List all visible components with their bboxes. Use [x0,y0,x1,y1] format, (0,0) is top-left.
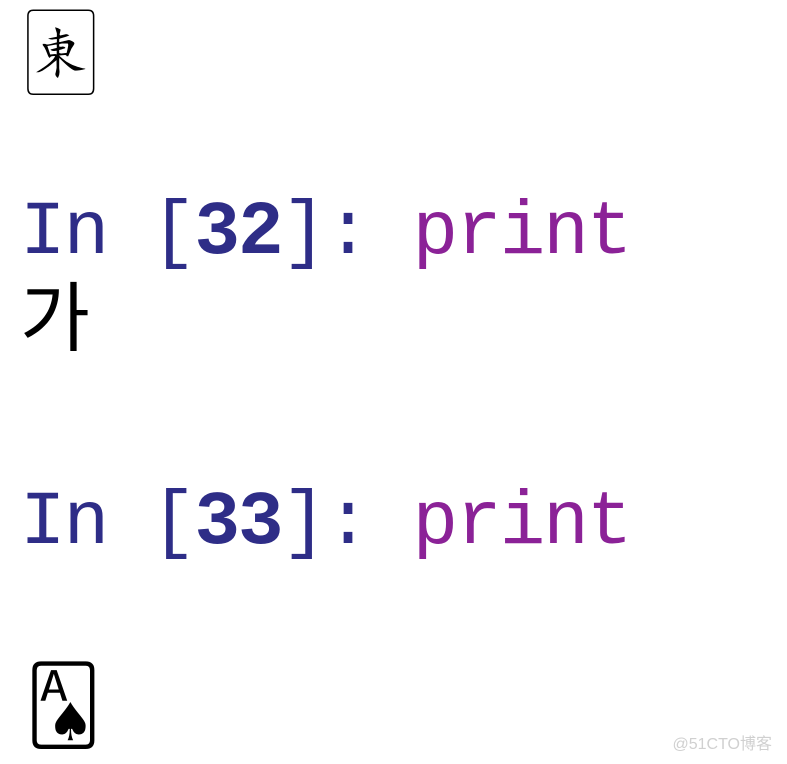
prompt-in-text: In [20,480,151,566]
function-name: print [412,190,630,276]
prompt-number: 32 [194,190,281,276]
bracket-close: ]: [282,480,413,566]
input-line-32: In [32]: print [20,190,787,277]
bracket-close: ]: [282,190,413,276]
playing-card-icon: 🂡 [25,674,102,749]
code-block: In [32]: print 가 In [33]: print [20,190,787,567]
bracket-open: [ [151,190,195,276]
function-name: print [412,480,630,566]
bracket-open: [ [151,480,195,566]
input-line-33: In [33]: print [20,480,787,567]
mahjong-tile-icon: 🀀 [25,10,97,100]
prompt-in-text: In [20,190,151,276]
watermark-text: @51CTO博客 [672,730,772,754]
prompt-number: 33 [194,480,281,566]
output-text: 가 [20,282,787,369]
